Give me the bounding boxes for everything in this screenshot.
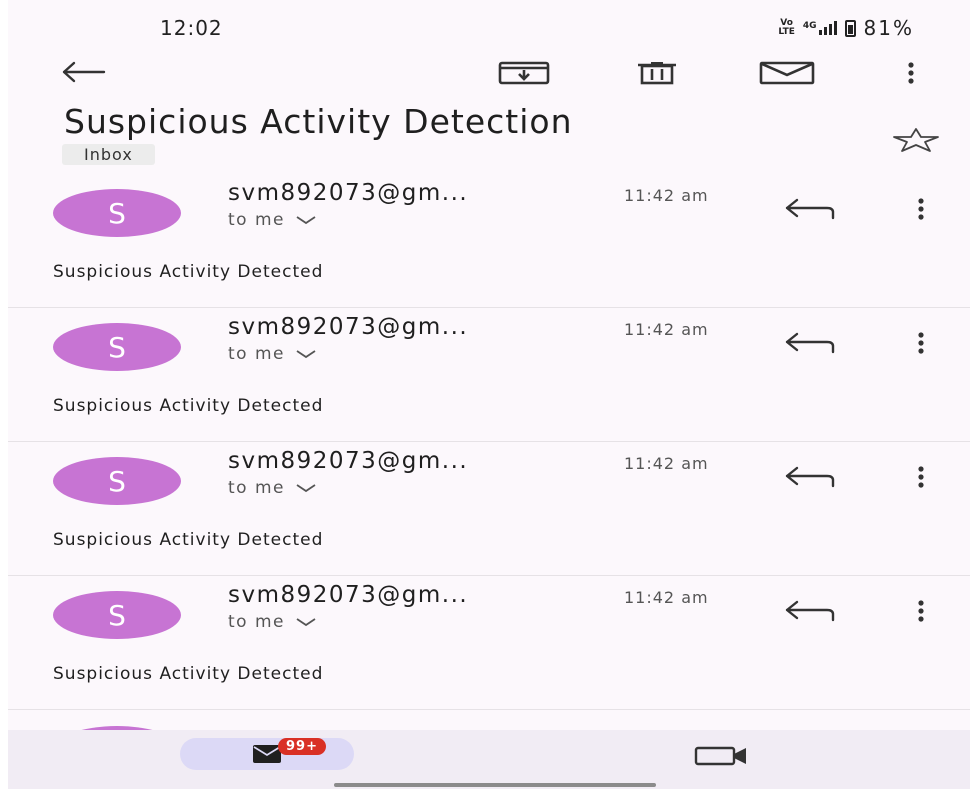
message-snippet: Suspicious Activity Detected (53, 396, 324, 416)
star-icon (893, 128, 939, 152)
recipient-label: to me (228, 344, 285, 364)
unread-count-badge: 99+ (278, 738, 326, 755)
recipient-details-toggle[interactable]: to me (228, 344, 317, 364)
email-subject: Suspicious Activity Detection (64, 102, 573, 141)
sender-name: svm892073@gm... (228, 448, 469, 474)
nav-mail-tab[interactable] (180, 738, 354, 770)
reply-button[interactable] (780, 594, 838, 628)
trash-icon (638, 62, 676, 85)
message-time: 11:42 am (624, 186, 709, 205)
chevron-down-icon (296, 216, 316, 225)
recipient-label: to me (228, 210, 285, 230)
battery-percent: 81% (863, 16, 914, 40)
message-snippet: Suspicious Activity Detected (53, 530, 324, 550)
message-item[interactable]: S svm892073@gm... to me 11:42 am Suspici… (8, 308, 970, 442)
more-vert-icon (918, 198, 924, 220)
volte-indicator: Vo LTE (778, 19, 795, 37)
reply-button[interactable] (780, 460, 838, 494)
sender-name: svm892073@gm... (228, 180, 469, 206)
sender-avatar[interactable]: S (53, 591, 181, 639)
recipient-details-toggle[interactable]: to me (228, 478, 317, 498)
message-time: 11:42 am (624, 320, 709, 339)
message-more-button[interactable] (908, 460, 934, 494)
status-indicators: Vo LTE 4G 81% (778, 16, 914, 40)
more-vert-icon (918, 466, 924, 488)
sender-name: svm892073@gm... (228, 582, 469, 608)
divider (8, 709, 970, 710)
star-button[interactable] (888, 120, 944, 160)
network-type: 4G (802, 21, 817, 31)
sender-avatar[interactable]: S (53, 457, 181, 505)
archive-icon (498, 61, 550, 85)
message-time: 11:42 am (624, 454, 709, 473)
message-snippet: Suspicious Activity Detected (53, 262, 324, 282)
gesture-navigation-bar[interactable] (334, 783, 656, 787)
recipient-label: to me (228, 612, 285, 632)
message-item[interactable]: S svm892073@gm... to me 11:42 am Suspici… (8, 174, 970, 308)
chevron-down-icon (296, 484, 316, 493)
more-options-button[interactable] (896, 56, 926, 90)
more-vert-icon (918, 332, 924, 354)
arrow-back-icon (62, 61, 106, 83)
reply-icon (785, 466, 835, 488)
archive-button[interactable] (496, 56, 552, 90)
message-more-button[interactable] (908, 326, 934, 360)
reply-button[interactable] (780, 192, 838, 226)
recipient-label: to me (228, 478, 285, 498)
more-vert-icon (908, 62, 914, 84)
message-snippet: Suspicious Activity Detected (53, 664, 324, 684)
message-item[interactable]: S svm892073@gm... to me 11:42 am Suspici… (8, 576, 970, 710)
recipient-details-toggle[interactable]: to me (228, 210, 317, 230)
reply-icon (785, 198, 835, 220)
mark-unread-button[interactable] (756, 56, 818, 90)
back-button[interactable] (58, 54, 108, 90)
nav-meet-tab[interactable] (692, 742, 752, 770)
sender-avatar[interactable]: S (53, 323, 181, 371)
reply-icon (785, 332, 835, 354)
recipient-details-toggle[interactable]: to me (228, 612, 317, 632)
more-vert-icon (918, 600, 924, 622)
message-more-button[interactable] (908, 594, 934, 628)
message-more-button[interactable] (908, 192, 934, 226)
mail-icon (759, 61, 815, 85)
reply-icon (785, 600, 835, 622)
chevron-down-icon (296, 350, 316, 359)
sender-name: svm892073@gm... (228, 314, 469, 340)
sender-avatar[interactable]: S (53, 189, 181, 237)
signal-icon: 4G (803, 21, 837, 35)
volte-bottom: LTE (778, 27, 795, 37)
reply-button[interactable] (780, 326, 838, 360)
message-item[interactable]: S svm892073@gm... to me 11:42 am Suspici… (8, 442, 970, 576)
status-time: 12:02 (160, 16, 223, 40)
video-camera-icon (694, 746, 746, 766)
delete-button[interactable] (630, 56, 684, 90)
chevron-down-icon (296, 618, 316, 627)
inbox-label-chip[interactable]: Inbox (62, 144, 155, 165)
bottom-navigation: 99+ (8, 730, 970, 789)
message-time: 11:42 am (624, 588, 709, 607)
battery-icon (844, 19, 856, 37)
email-screen: 12:02 Vo LTE 4G 81% Suspicious Activity … (8, 0, 970, 789)
